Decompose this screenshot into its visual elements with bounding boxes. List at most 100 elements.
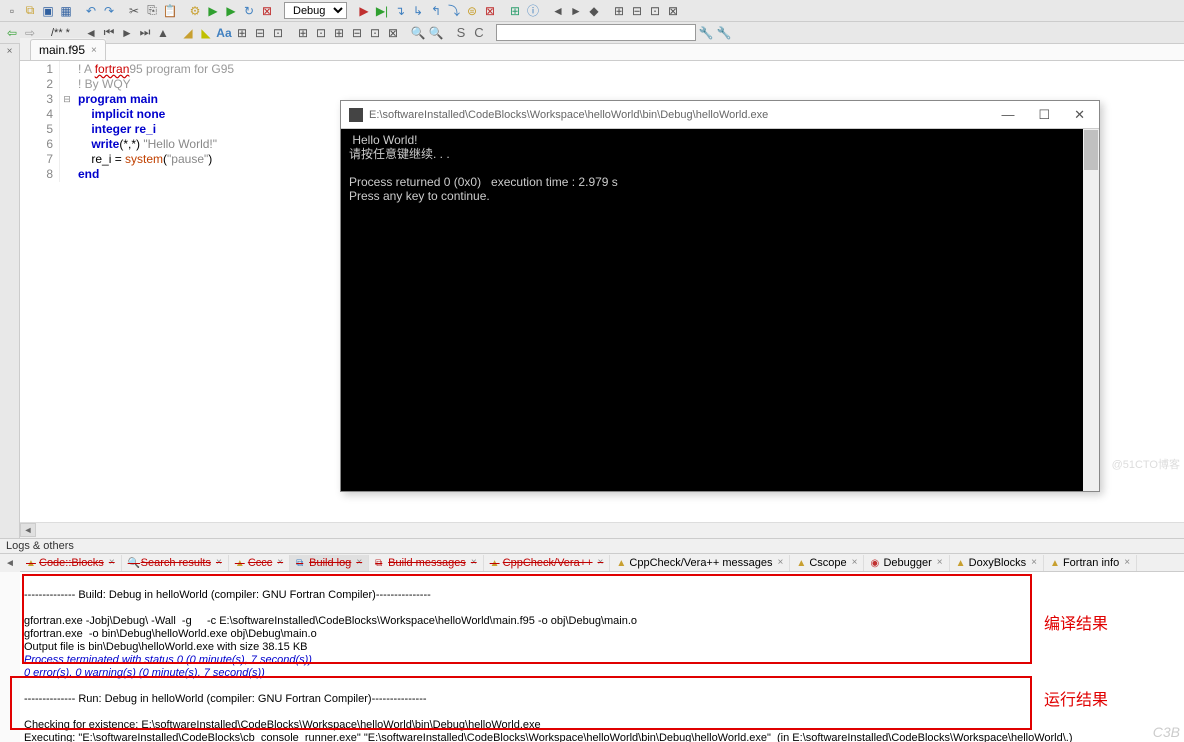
step-next-icon[interactable]: ↴: [392, 3, 408, 19]
tab-cccc[interactable]: ▲Cccc×: [229, 555, 290, 571]
tab-cppcheck-vera[interactable]: ▲CppCheck/Vera++×: [484, 555, 611, 571]
zoom-out-icon[interactable]: 🔍: [428, 25, 444, 41]
tab-fortran-info[interactable]: ▲Fortran info×: [1044, 555, 1137, 571]
dox-b-icon[interactable]: ⊡: [313, 25, 329, 41]
build-run-icon[interactable]: ▶: [223, 3, 239, 19]
dox-a-icon[interactable]: ⊞: [295, 25, 311, 41]
left-panel-collapsed: ×: [0, 44, 20, 538]
nav-up-icon[interactable]: ▲: [155, 25, 171, 41]
step-out-icon[interactable]: ↰: [428, 3, 444, 19]
tab-cppcheck-vera-msg[interactable]: ▲CppCheck/Vera++ messages×: [610, 555, 790, 571]
run-icon[interactable]: ▶: [205, 3, 221, 19]
copy-icon[interactable]: ⎘: [144, 3, 160, 19]
tab-close-icon[interactable]: ×: [91, 45, 97, 56]
build-icon[interactable]: ⚙: [187, 3, 203, 19]
tab-debugger[interactable]: ◉Debugger×: [864, 555, 949, 571]
logs-header[interactable]: Logs & others: [0, 538, 1184, 554]
bookmark-prev-icon[interactable]: ◄: [550, 3, 566, 19]
tool-b-icon[interactable]: ⊟: [629, 3, 645, 19]
paste-icon[interactable]: 📋: [162, 3, 178, 19]
tool-c-icon[interactable]: ⊡: [647, 3, 663, 19]
dox-f-icon[interactable]: ⊠: [385, 25, 401, 41]
annotation-label-compile: 编译结果: [1044, 610, 1108, 634]
search-go-icon[interactable]: 🔧: [698, 25, 714, 41]
build-target-combo[interactable]: Debug: [284, 2, 347, 19]
tab-cscope[interactable]: ▲Cscope×: [790, 555, 864, 571]
letter-s-icon[interactable]: S: [453, 25, 469, 41]
search-input[interactable]: [496, 24, 696, 41]
styler-f-icon[interactable]: ⊡: [270, 25, 286, 41]
tab-close-icon: ×: [109, 557, 115, 568]
dox-c-icon[interactable]: ⊞: [331, 25, 347, 41]
console-title-text: E:\softwareInstalled\CodeBlocks\Workspac…: [369, 109, 768, 121]
open-icon[interactable]: ⧉: [22, 3, 38, 19]
hscroll-left-icon[interactable]: ◄: [20, 523, 36, 537]
info-icon[interactable]: ⓘ: [525, 3, 541, 19]
console-window: E:\softwareInstalled\CodeBlocks\Workspac…: [340, 100, 1100, 492]
redo-icon[interactable]: ↷: [101, 3, 117, 19]
console-output: Hello World! 请按任意键继续. . . Process return…: [341, 129, 1099, 207]
dox-d-icon[interactable]: ⊟: [349, 25, 365, 41]
editor-tabs: main.f95 ×: [20, 38, 106, 60]
close-button[interactable]: ✕: [1068, 105, 1091, 125]
bottom-tabs: ▲Code::Blocks× 🔍Search results× ▲Cccc× ⧉…: [20, 554, 1184, 572]
bookmark-next-icon[interactable]: ►: [568, 3, 584, 19]
step-into-icon[interactable]: ↳: [410, 3, 426, 19]
annotation-box-compile: [22, 574, 1032, 664]
code-content[interactable]: ! A fortran95 program for G95 ! By WQY p…: [74, 61, 234, 182]
fold-gutter: ⊟: [60, 61, 74, 182]
console-app-icon: [349, 108, 363, 122]
console-scrollbar[interactable]: [1083, 129, 1099, 491]
annotation-label-run: 运行结果: [1044, 686, 1108, 710]
file-tab-label: main.f95: [39, 43, 85, 57]
cut-icon[interactable]: ✂: [126, 3, 142, 19]
bookmark-toggle-icon[interactable]: ◆: [586, 3, 602, 19]
letter-c-icon[interactable]: C: [471, 25, 487, 41]
tab-doxyblocks[interactable]: ▲DoxyBlocks×: [950, 555, 1044, 571]
back-icon[interactable]: ⇦: [4, 25, 20, 41]
editor-hscroll[interactable]: ◄: [20, 522, 1184, 538]
undo-icon[interactable]: ↶: [83, 3, 99, 19]
break-icon[interactable]: ⊜: [464, 3, 480, 19]
debug-windows-icon[interactable]: ⊞: [507, 3, 523, 19]
close-panel-icon[interactable]: ×: [7, 46, 13, 57]
search-opt-icon[interactable]: 🔧: [716, 25, 732, 41]
console-titlebar[interactable]: E:\softwareInstalled\CodeBlocks\Workspac…: [341, 101, 1099, 129]
save-icon[interactable]: ▣: [40, 3, 56, 19]
toolbar-row-2: ⇦ ⇨ /** * ◄ ⏮ ► ⏭ ▲ ◢ ◣ Aa ⊞ ⊟ ⊡ ⊞ ⊡ ⊞ ⊟…: [0, 22, 1184, 44]
styler-d-icon[interactable]: ⊞: [234, 25, 250, 41]
styler-a-icon[interactable]: ◢: [180, 25, 196, 41]
styler-e-icon[interactable]: ⊟: [252, 25, 268, 41]
styler-c-icon[interactable]: Aa: [216, 25, 232, 41]
dox-e-icon[interactable]: ⊡: [367, 25, 383, 41]
zoom-in-icon[interactable]: 🔍: [410, 25, 426, 41]
maximize-button[interactable]: ☐: [1032, 105, 1056, 125]
toolbar-row-1: ▫ ⧉ ▣ ▦ ↶ ↷ ✂ ⎘ 📋 ⚙ ▶ ▶ ↻ ⊠ Debug ▶ ▶| ↴…: [0, 0, 1184, 22]
debug-start-icon[interactable]: ▶: [356, 3, 372, 19]
nav-fwd-icon[interactable]: ►: [119, 25, 135, 41]
stop-icon[interactable]: ⊠: [482, 3, 498, 19]
new-icon[interactable]: ▫: [4, 3, 20, 19]
abort-icon[interactable]: ⊠: [259, 3, 275, 19]
rebuild-icon[interactable]: ↻: [241, 3, 257, 19]
doc-comment-label: /** *: [47, 27, 74, 39]
tab-build-messages[interactable]: ⧉Build messages×: [369, 555, 484, 571]
tab-build-log[interactable]: ⧉Build log×: [290, 555, 369, 571]
bottom-tabs-scroll-left[interactable]: ◄: [0, 554, 20, 572]
save-all-icon[interactable]: ▦: [58, 3, 74, 19]
tool-d-icon[interactable]: ⊠: [665, 3, 681, 19]
step-instr-icon[interactable]: ⤵: [446, 3, 462, 19]
watermark-blog: @51CTO博客: [1112, 456, 1180, 472]
fold-marker-icon[interactable]: ⊟: [60, 92, 74, 107]
tool-a-icon[interactable]: ⊞: [611, 3, 627, 19]
tab-search-results[interactable]: 🔍Search results×: [122, 555, 229, 571]
run-cursor-icon[interactable]: ▶|: [374, 3, 390, 19]
annotation-box-run: [10, 676, 1032, 730]
minimize-button[interactable]: —: [995, 105, 1020, 125]
styler-b-icon[interactable]: ◣: [198, 25, 214, 41]
nav-last-icon[interactable]: ⏭: [137, 25, 153, 41]
file-tab-main[interactable]: main.f95 ×: [30, 39, 106, 60]
tab-codeblocks[interactable]: ▲Code::Blocks×: [20, 555, 122, 571]
console-scroll-thumb[interactable]: [1084, 130, 1098, 170]
line-gutter: 1 2 3 4 5 6 7 8: [20, 61, 60, 182]
